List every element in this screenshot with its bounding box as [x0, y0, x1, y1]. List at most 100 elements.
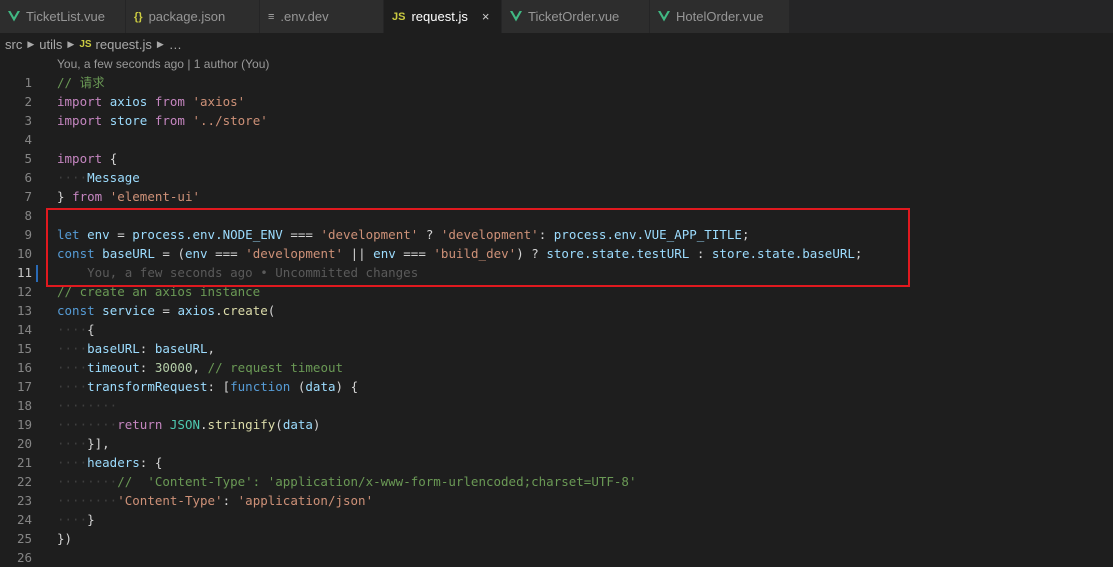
- tab-hotelorder[interactable]: HotelOrder.vue: [650, 0, 790, 33]
- code-line-18: ········: [57, 398, 118, 413]
- keyword: from: [72, 189, 103, 204]
- tab-label: TicketList.vue: [26, 9, 105, 24]
- tab-env-dev[interactable]: ≡ .env.dev: [260, 0, 384, 33]
- line-number: 3: [24, 113, 32, 128]
- line-number: 15: [16, 341, 32, 356]
- code-line-14: ····{: [57, 322, 95, 337]
- function-name: stringify: [207, 417, 276, 432]
- keyword: import: [57, 151, 103, 166]
- breadcrumb-more[interactable]: …: [169, 37, 182, 52]
- code-editor[interactable]: // 请求 import axios from 'axios' import s…: [57, 73, 862, 567]
- code-line-6: ····Message: [57, 170, 140, 185]
- punctuation: {: [87, 322, 95, 337]
- identifier: data: [282, 417, 313, 432]
- keyword: return: [117, 417, 163, 432]
- tab-ticketorder[interactable]: TicketOrder.vue: [502, 0, 650, 33]
- punctuation: :: [139, 341, 148, 356]
- punctuation: (: [275, 417, 283, 432]
- code-line-20: ····}],: [57, 436, 110, 451]
- identifier: service: [102, 303, 155, 318]
- line-number: 9: [24, 227, 32, 242]
- tab-label: .env.dev: [280, 9, 329, 24]
- code-line-23: ········'Content-Type': 'application/jso…: [57, 493, 374, 508]
- code-line-22: ········// 'Content-Type': 'application/…: [57, 474, 637, 489]
- line-number: 5: [24, 151, 32, 166]
- tab-request-js[interactable]: JS request.js ×: [384, 0, 502, 33]
- identifier: baseURL: [87, 341, 140, 356]
- comment: // 'Content-Type': 'application/x-www-fo…: [117, 474, 637, 489]
- breadcrumb-utils[interactable]: utils: [39, 37, 62, 52]
- keyword: from: [154, 94, 185, 109]
- identifier: Message: [87, 170, 140, 185]
- line-number: 1: [24, 75, 32, 90]
- vue-icon: [8, 11, 20, 22]
- operator: =: [162, 303, 170, 318]
- editor-tab-bar: TicketList.vue {} package.json ≡ .env.de…: [0, 0, 1113, 33]
- function-name: create: [222, 303, 268, 318]
- line-number: 10: [16, 246, 32, 261]
- punctuation: {: [109, 151, 118, 166]
- tab-package-json[interactable]: {} package.json: [126, 0, 260, 33]
- line-number: 20: [16, 436, 32, 451]
- line-number: 14: [16, 322, 32, 337]
- number: 30000: [154, 360, 193, 375]
- json-braces-icon: {}: [134, 10, 143, 23]
- punctuation: {: [350, 379, 359, 394]
- line-number: 22: [16, 474, 32, 489]
- line-number-gutter: 1 2 3 4 5 6 7 8 9 10 11 12 13 14 15 16 1…: [0, 73, 40, 567]
- breadcrumb-src[interactable]: src: [5, 37, 22, 52]
- code-line-15: ····baseURL: baseURL,: [57, 341, 216, 356]
- line-number: 17: [16, 379, 32, 394]
- lines-icon: ≡: [268, 10, 275, 23]
- chevron-right-icon: ▶: [67, 38, 75, 49]
- highlight-annotation-box: [46, 208, 910, 287]
- string: 'element-ui': [109, 189, 201, 204]
- identifier: timeout: [87, 360, 140, 375]
- identifier: headers: [87, 455, 140, 470]
- identifier: axios: [109, 94, 148, 109]
- line-number: 2: [24, 94, 32, 109]
- tab-label: package.json: [148, 9, 226, 24]
- vue-icon: [658, 11, 670, 22]
- code-line-21: ····headers: {: [57, 455, 163, 470]
- code-line-3: import store from '../store': [57, 111, 862, 130]
- punctuation: :: [222, 493, 231, 508]
- punctuation: }],: [87, 436, 110, 451]
- punctuation: ,: [192, 360, 201, 375]
- punctuation: ,: [207, 341, 216, 356]
- comment: // request timeout: [207, 360, 344, 375]
- line-number: 7: [24, 189, 32, 204]
- identifier: baseURL: [154, 341, 208, 356]
- string: 'application/json': [237, 493, 374, 508]
- string: 'Content-Type': [117, 493, 223, 508]
- punctuation: }): [57, 531, 73, 546]
- keyword: import: [57, 113, 103, 128]
- code-line-24: ····}: [57, 512, 95, 527]
- string: 'axios': [192, 94, 246, 109]
- breadcrumb-file[interactable]: request.js: [96, 37, 152, 52]
- punctuation: (: [267, 303, 276, 318]
- code-line-19: ········return JSON.stringify(data): [57, 417, 321, 432]
- line-number: 12: [16, 284, 32, 299]
- js-icon: JS: [392, 10, 406, 23]
- tab-label: HotelOrder.vue: [676, 9, 764, 24]
- close-icon[interactable]: ×: [482, 9, 490, 24]
- code-line-1: // 请求: [57, 73, 862, 92]
- js-icon: JS: [79, 38, 92, 50]
- identifier: data: [305, 379, 336, 394]
- chevron-right-icon: ▶: [156, 38, 164, 49]
- code-line-7: } from 'element-ui': [57, 187, 862, 206]
- string: '../store': [192, 113, 268, 128]
- punctuation: :: [207, 379, 216, 394]
- vue-icon: [510, 11, 522, 22]
- git-blame-codelens[interactable]: You, a few seconds ago | 1 author (You): [57, 57, 269, 71]
- class-name: JSON: [169, 417, 201, 432]
- punctuation: ): [335, 379, 344, 394]
- code-line-5: import {: [57, 149, 862, 168]
- line-number: 25: [16, 531, 32, 546]
- code-line-17: ····transformRequest: [function (data) {: [57, 379, 359, 394]
- punctuation: :: [139, 455, 148, 470]
- tab-label: request.js: [411, 9, 468, 24]
- tab-ticketlist[interactable]: TicketList.vue: [0, 0, 126, 33]
